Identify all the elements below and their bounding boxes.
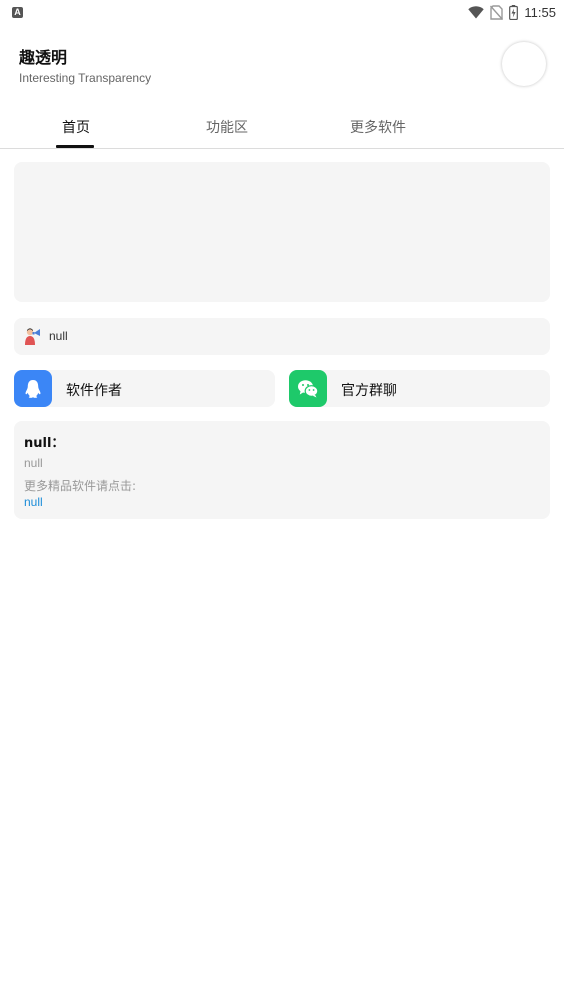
tab-features[interactable]: 功能区 [206, 117, 248, 137]
battery-charging-icon [509, 4, 519, 20]
official-group-button[interactable]: 官方群聊 [289, 370, 550, 407]
software-author-button[interactable]: 软件作者 [14, 370, 275, 407]
app-header: 趣透明 Interesting Transparency [0, 24, 564, 100]
notice-text: null [49, 329, 68, 343]
software-author-label: 软件作者 [66, 383, 122, 399]
status-right: 11:55 [468, 4, 556, 20]
avatar[interactable] [502, 42, 546, 86]
app-notification-icon: A [12, 6, 23, 18]
qq-icon-badge [14, 370, 52, 407]
app-title: 趣透明 [19, 48, 68, 67]
info-card: null： null 更多精品软件请点击: null [14, 421, 550, 519]
no-sim-icon [490, 4, 504, 20]
wechat-icon-badge [289, 370, 327, 407]
info-body: null [24, 456, 43, 470]
more-software-link[interactable]: null [24, 495, 43, 509]
tab-indicator [56, 145, 94, 148]
status-bar: A 11:55 [0, 0, 564, 24]
qq-penguin-icon [25, 379, 41, 398]
info-title: null： [24, 436, 65, 451]
status-time: 11:55 [524, 4, 556, 20]
wechat-icon [298, 380, 319, 398]
status-left: A [12, 6, 23, 18]
tab-bar: 首页 功能区 更多软件 [0, 100, 564, 149]
app-subtitle: Interesting Transparency [19, 71, 152, 85]
official-group-label: 官方群聊 [341, 383, 397, 399]
more-software-prompt: 更多精品软件请点击: [24, 479, 137, 493]
megaphone-person-icon [25, 328, 40, 345]
tab-more-software[interactable]: 更多软件 [350, 117, 406, 137]
wifi-icon [468, 5, 485, 18]
tab-home[interactable]: 首页 [62, 117, 90, 137]
notice-bar: null [14, 318, 550, 355]
banner-card[interactable] [14, 162, 550, 302]
